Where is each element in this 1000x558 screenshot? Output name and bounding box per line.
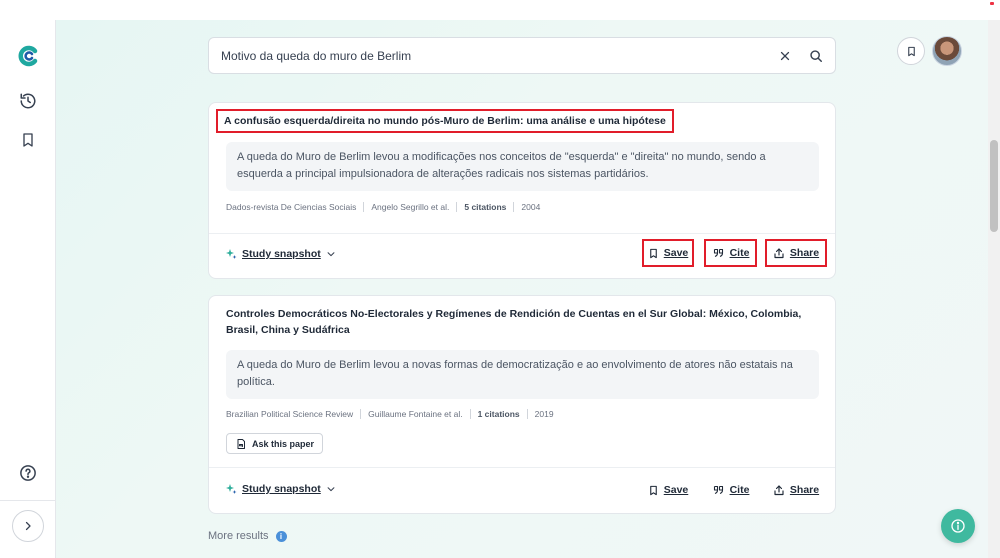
share-button[interactable]: Share — [765, 239, 827, 267]
result-meta: Brazilian Political Science Review Guill… — [226, 409, 554, 419]
expand-sidebar-button[interactable] — [12, 510, 44, 542]
share-icon — [774, 247, 784, 258]
result-summary: A queda do Muro de Berlim levou a modifi… — [226, 142, 819, 191]
scrollbar-thumb[interactable] — [990, 140, 998, 232]
result-title[interactable]: A confusão esquerda/direita no mundo pós… — [216, 109, 674, 133]
share-icon — [774, 484, 784, 495]
search-icon — [810, 49, 822, 62]
result-card: Controles Democráticos No-Electorales y … — [208, 295, 836, 514]
result-year: 2019 — [534, 409, 554, 419]
meta-separator — [526, 409, 528, 419]
share-label: Share — [789, 247, 820, 259]
chevron-down-icon — [327, 252, 335, 257]
study-snapshot-label: Study snapshot — [242, 483, 321, 495]
app-logo-icon[interactable] — [16, 44, 40, 68]
quote-icon — [713, 248, 723, 258]
card-divider — [209, 233, 835, 234]
ask-this-paper-label: Ask this paper — [252, 438, 315, 449]
study-snapshot-label: Study snapshot — [242, 248, 321, 260]
top-bar — [0, 0, 1000, 20]
search-input[interactable] — [221, 48, 779, 63]
window-indicator — [990, 2, 994, 5]
more-results-label: More results — [208, 530, 269, 542]
info-icon[interactable]: i — [275, 530, 287, 542]
sparkle-icon — [226, 249, 237, 259]
save-button[interactable]: Save — [642, 239, 694, 267]
cite-button[interactable]: Cite — [704, 239, 757, 267]
bookmark-icon[interactable] — [17, 129, 39, 151]
saved-papers-button[interactable] — [897, 37, 925, 65]
document-chat-icon — [237, 438, 245, 449]
study-snapshot-button[interactable]: Study snapshot — [225, 483, 336, 495]
save-label: Save — [663, 247, 689, 259]
main-content: A confusão esquerda/direita no mundo pós… — [56, 20, 988, 558]
result-journal[interactable]: Brazilian Political Science Review — [226, 409, 353, 419]
meta-separator — [360, 409, 362, 419]
bookmark-icon — [907, 46, 915, 56]
close-icon — [780, 51, 790, 60]
result-year: 2004 — [521, 202, 541, 212]
result-authors[interactable]: Guillaume Fontaine et al. — [368, 409, 463, 419]
result-authors[interactable]: Angelo Segrillo et al. — [371, 202, 449, 212]
chevron-down-icon — [327, 487, 335, 492]
quote-icon — [713, 485, 723, 495]
cite-label: Cite — [729, 247, 750, 259]
result-card: A confusão esquerda/direita no mundo pós… — [208, 102, 836, 279]
bookmark-icon — [649, 248, 657, 258]
ask-this-paper-button[interactable]: Ask this paper — [226, 433, 324, 454]
clear-search-button[interactable] — [779, 50, 791, 62]
info-circle-icon — [951, 519, 965, 533]
result-summary: A queda do Muro de Berlim levou a novas … — [226, 350, 819, 399]
cite-button[interactable]: Cite — [704, 476, 757, 504]
result-citations[interactable]: 1 citations — [478, 409, 520, 419]
search-box — [208, 37, 836, 74]
meta-separator — [513, 202, 515, 212]
meta-separator — [469, 409, 471, 419]
meta-separator — [456, 202, 458, 212]
more-results[interactable]: More results i — [208, 530, 287, 542]
cite-label: Cite — [729, 484, 750, 496]
meta-separator — [363, 202, 365, 212]
avatar[interactable] — [932, 36, 962, 66]
share-button[interactable]: Share — [765, 476, 827, 504]
assistant-fab-button[interactable] — [941, 509, 975, 543]
sidebar — [0, 20, 56, 558]
save-label: Save — [663, 484, 689, 496]
sidebar-divider — [0, 500, 56, 501]
card-divider — [209, 467, 835, 468]
result-meta: Dados-revista De Ciencias Sociais Angelo… — [226, 202, 540, 212]
result-citations[interactable]: 5 citations — [464, 202, 506, 212]
history-icon[interactable] — [17, 90, 39, 112]
save-button[interactable]: Save — [642, 476, 694, 504]
search-button[interactable] — [809, 49, 823, 63]
result-journal[interactable]: Dados-revista De Ciencias Sociais — [226, 202, 356, 212]
study-snapshot-button[interactable]: Study snapshot — [225, 248, 336, 260]
result-title[interactable]: Controles Democráticos No-Electorales y … — [226, 306, 818, 338]
sparkle-icon — [226, 484, 237, 494]
share-label: Share — [789, 484, 820, 496]
chevron-right-icon — [25, 521, 31, 531]
bookmark-icon — [649, 485, 657, 495]
help-icon[interactable] — [17, 462, 39, 484]
scrollbar-track[interactable] — [988, 20, 1000, 558]
